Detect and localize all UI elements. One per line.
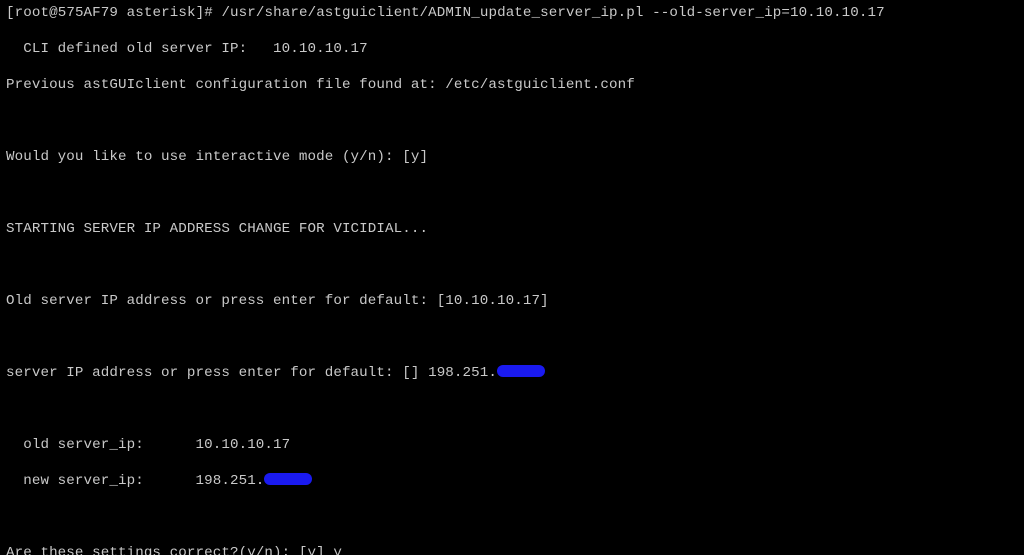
blank-line <box>6 184 1018 202</box>
terminal-output[interactable]: [root@575AF79 asterisk]# /usr/share/astg… <box>0 0 1024 555</box>
blank-line <box>6 508 1018 526</box>
output-old-ip-prompt: Old server IP address or press enter for… <box>6 292 1018 310</box>
prompt-host: 575AF79 <box>58 5 118 21</box>
output-new-ip-prompt: server IP address or press enter for def… <box>6 364 1018 382</box>
output-new-server-ip: new server_ip: 198.251. <box>6 472 1018 490</box>
blank-line <box>6 256 1018 274</box>
command-text: /usr/share/astguiclient/ADMIN_update_ser… <box>221 5 884 21</box>
output-cli-defined: CLI defined old server IP: 10.10.10.17 <box>6 40 1018 58</box>
blank-line <box>6 328 1018 346</box>
output-interactive: Would you like to use interactive mode (… <box>6 148 1018 166</box>
blank-line <box>6 400 1018 418</box>
output-old-server-ip: old server_ip: 10.10.10.17 <box>6 436 1018 454</box>
output-starting: STARTING SERVER IP ADDRESS CHANGE FOR VI… <box>6 220 1018 238</box>
redacted-ip-icon <box>497 365 545 377</box>
prompt-line: [root@575AF79 asterisk]# /usr/share/astg… <box>6 4 1018 22</box>
redacted-ip-icon <box>264 473 312 485</box>
output-prev-conf: Previous astGUIclient configuration file… <box>6 76 1018 94</box>
prompt-symbol: ]# <box>196 5 213 21</box>
blank-line <box>6 112 1018 130</box>
prompt-cwd: asterisk <box>127 5 196 21</box>
prompt-user: root <box>15 5 49 21</box>
output-confirm: Are these settings correct?(y/n): [y] y <box>6 544 1018 555</box>
